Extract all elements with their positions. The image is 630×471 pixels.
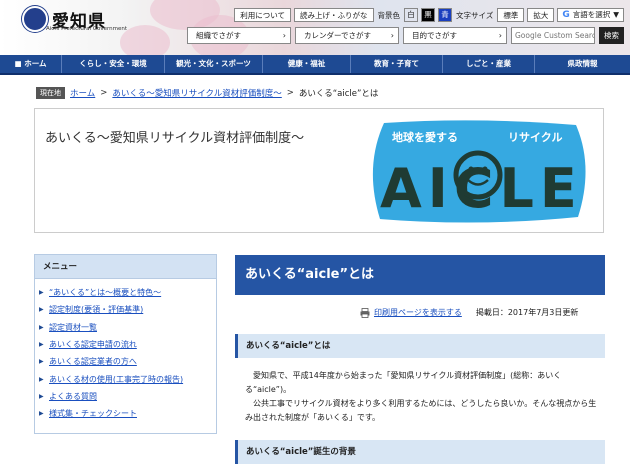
utility-bar: 利用について 読み上げ・ふりがな 背景色 白 黒 青 文字サイズ 標準 拡大 G… xyxy=(234,8,624,22)
arrow-right-icon: ▶ xyxy=(39,392,44,400)
chevron-right-icon: > xyxy=(100,88,108,98)
chevron-right-icon: › xyxy=(390,31,394,40)
bg-blue-button[interactable]: 青 xyxy=(438,8,453,22)
breadcrumb-parent-link[interactable]: あいくる～愛知県リサイクル資材評価制度～ xyxy=(112,87,281,99)
bg-black-button[interactable]: 黒 xyxy=(421,8,436,22)
search-by-calendar-button[interactable]: カレンダーでさがす › xyxy=(295,27,399,44)
arrow-right-icon: ▶ xyxy=(39,306,44,314)
breadcrumb-current: あいくる“aicle”とは xyxy=(298,89,379,99)
arrow-right-icon: ▶ xyxy=(39,323,44,331)
page-title: あいくる“aicle”とは xyxy=(235,255,605,295)
search-by-purpose-label: 目的でさがす xyxy=(412,31,457,40)
print-page-link[interactable]: 印刷用ページを表示する xyxy=(374,307,462,318)
translate-select[interactable]: G 言語を選択 ▼ xyxy=(557,8,624,22)
search-bar: 組織でさがす › カレンダーでさがす › 目的でさがす › 検索 xyxy=(187,27,624,44)
breadcrumb-home-link[interactable]: ホーム xyxy=(70,87,95,99)
side-menu-link[interactable]: “あいくる”とは～概要と特色～ xyxy=(49,287,161,298)
side-menu-link[interactable]: 様式集・チェックシート xyxy=(49,408,137,419)
bg-white-button[interactable]: 白 xyxy=(404,8,419,22)
search-submit-button[interactable]: 検索 xyxy=(599,27,624,44)
side-menu-item[interactable]: ▶ 認定制度(要領・評価基準) xyxy=(35,301,216,318)
current-location-badge: 現在地 xyxy=(36,87,65,99)
nav-info[interactable]: 県政情報 xyxy=(535,55,630,73)
nav-education[interactable]: 教育・子育て xyxy=(351,55,443,73)
logo-subtitle: Aichi Prefectural Government xyxy=(46,26,128,32)
title-banner: あいくる～愛知県リサイクル資材評価制度～ 地球を愛する リサイクル AICLE xyxy=(34,108,604,233)
nav-living[interactable]: くらし・安全・環境 xyxy=(62,55,165,73)
side-menu-link[interactable]: あいくる認定申請の流れ xyxy=(49,339,137,350)
updated-date: 掲載日：2017年7月3日更新 xyxy=(475,308,579,317)
chevron-down-icon: ▼ xyxy=(613,10,619,19)
side-menu-link[interactable]: あいくる認定業者の方へ xyxy=(49,356,137,367)
search-by-calendar-label: カレンダーでさがす xyxy=(304,31,372,40)
nav-home[interactable]: ■ ホーム xyxy=(0,55,62,73)
side-menu-item[interactable]: ▶ 認定資材一覧 xyxy=(35,319,216,336)
print-row: 印刷用ページを表示する 掲載日：2017年7月3日更新 xyxy=(360,307,578,318)
arrow-right-icon: ▶ xyxy=(39,375,44,383)
font-size-label: 文字サイズ xyxy=(456,10,494,20)
side-menu-item[interactable]: ▶ 様式集・チェックシート xyxy=(35,405,216,422)
aicle-logo: 地球を愛する リサイクル AICLE xyxy=(372,120,586,223)
nav-home-label: ホーム xyxy=(24,59,47,68)
side-menu-link[interactable]: あいくる材の使用(工事完了時の報告) xyxy=(49,374,183,385)
logo-word: AICLE xyxy=(380,157,583,220)
nav-health[interactable]: 健康・福祉 xyxy=(263,55,351,73)
nav-tourism[interactable]: 観光・文化・スポーツ xyxy=(165,55,263,73)
printer-icon xyxy=(360,307,370,318)
side-menu-item[interactable]: ▶ “あいくる”とは～概要と特色～ xyxy=(35,284,216,301)
arrow-right-icon: ▶ xyxy=(39,358,44,366)
body-paragraph: 公共工事でリサイクル資材をより多く利用するためには、どうしたら良いか。そんな視点… xyxy=(245,399,597,422)
chevron-right-icon: › xyxy=(282,31,286,40)
side-menu-item[interactable]: ▶ あいくる認定業者の方へ xyxy=(35,353,216,370)
google-icon: G xyxy=(562,10,570,20)
side-menu-link[interactable]: 認定制度(要領・評価基準) xyxy=(49,304,143,315)
section-heading-about: あいくる“aicle”とは xyxy=(235,334,605,358)
about-button[interactable]: 利用について xyxy=(234,8,292,22)
body-paragraph: 愛知県で、平成14年度から始まった「愛知県リサイクル資材評価制度」(総称：あいく… xyxy=(245,371,562,394)
search-input[interactable] xyxy=(511,27,595,44)
aichi-emblem-icon xyxy=(22,6,48,32)
search-by-org-button[interactable]: 組織でさがす › xyxy=(187,27,291,44)
search-by-org-label: 組織でさがす xyxy=(196,31,241,40)
reading-button[interactable]: 読み上げ・ふりがな xyxy=(294,8,374,22)
banner-title: あいくる～愛知県リサイクル資材評価制度～ xyxy=(45,131,305,146)
blossom-decoration xyxy=(120,25,170,55)
home-icon: ■ xyxy=(14,59,25,68)
logo-eye-right xyxy=(482,166,488,172)
logo-tagline-right: リサイクル xyxy=(508,131,562,144)
search-by-purpose-button[interactable]: 目的でさがす › xyxy=(403,27,507,44)
font-large-button[interactable]: 拡大 xyxy=(527,8,555,22)
section-body: 愛知県で、平成14年度から始まった「愛知県リサイクル資材評価制度」(総称：あいく… xyxy=(245,369,597,425)
translate-label: 言語を選択 xyxy=(572,10,611,19)
breadcrumb: 現在地 ホーム > あいくる～愛知県リサイクル資材評価制度～ > あいくる“ai… xyxy=(36,87,378,99)
font-standard-button[interactable]: 標準 xyxy=(497,8,525,22)
global-nav: ■ ホーム くらし・安全・環境 観光・文化・スポーツ 健康・福祉 教育・子育て … xyxy=(0,55,630,75)
side-menu-link[interactable]: よくある質問 xyxy=(49,391,97,402)
arrow-right-icon: ▶ xyxy=(39,410,44,418)
arrow-right-icon: ▶ xyxy=(39,341,44,349)
site-header: 愛知県 Aichi Prefectural Government 利用について … xyxy=(0,0,630,55)
logo-tagline-left: 地球を愛する xyxy=(392,130,458,144)
side-menu-item[interactable]: ▶ よくある質問 xyxy=(35,388,216,405)
section-heading-background: あいくる“aicle”誕生の背景 xyxy=(235,440,605,464)
arrow-right-icon: ▶ xyxy=(39,289,44,297)
side-menu-link[interactable]: 認定資材一覧 xyxy=(49,322,97,333)
side-menu-heading: メニュー xyxy=(35,255,216,279)
logo-eye-left xyxy=(468,166,474,172)
side-menu-item[interactable]: ▶ あいくる材の使用(工事完了時の報告) xyxy=(35,370,216,387)
bg-color-label: 背景色 xyxy=(377,10,401,20)
side-menu: メニュー ▶ “あいくる”とは～概要と特色～ ▶ 認定制度(要領・評価基準) ▶ 認定… xyxy=(34,254,217,434)
side-menu-item[interactable]: ▶ あいくる認定申請の流れ xyxy=(35,336,216,353)
chevron-right-icon: > xyxy=(286,88,294,98)
chevron-right-icon: › xyxy=(498,31,502,40)
nav-work[interactable]: しごと・産業 xyxy=(443,55,535,73)
side-menu-list: ▶ “あいくる”とは～概要と特色～ ▶ 認定制度(要領・評価基準) ▶ 認定資材一覧 … xyxy=(35,279,216,422)
